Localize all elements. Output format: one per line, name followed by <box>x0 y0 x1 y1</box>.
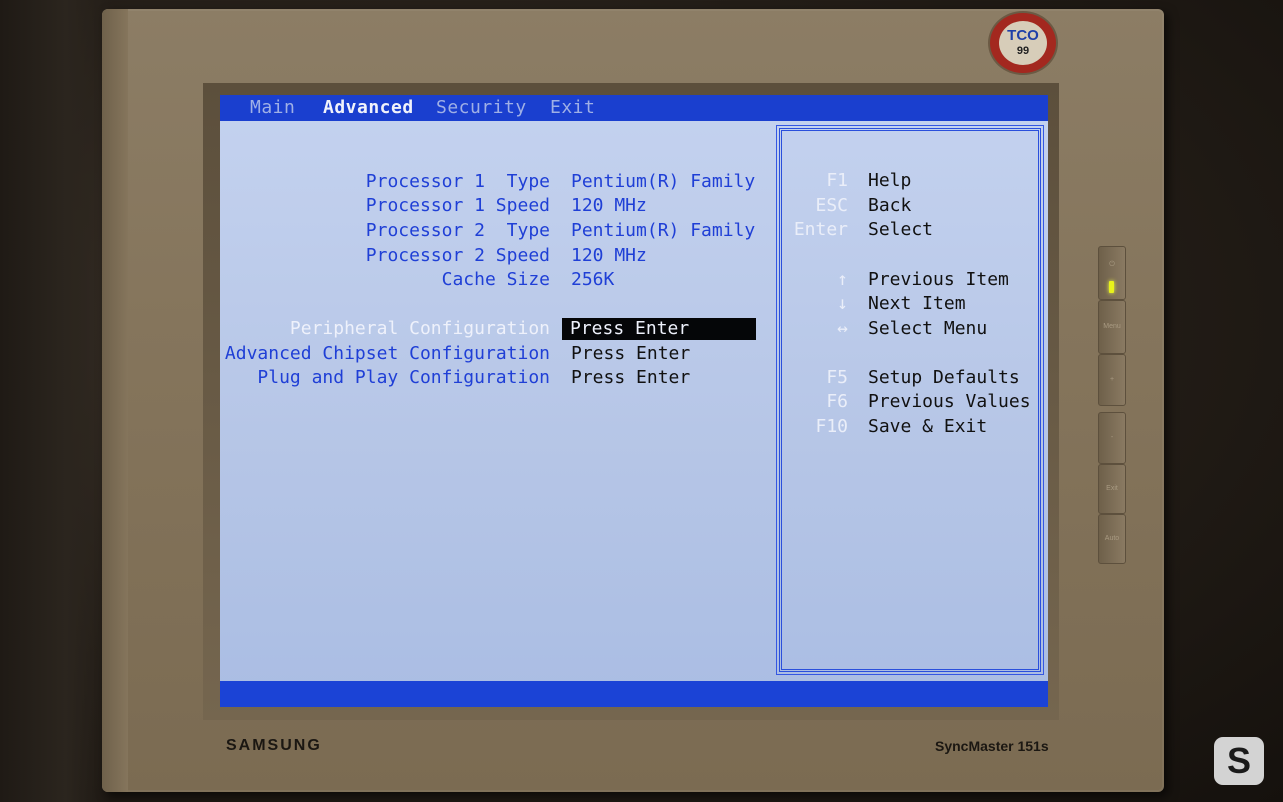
help-key: F6 <box>826 391 848 412</box>
menu-tab-exit[interactable]: Exit <box>550 97 595 118</box>
submenu-pnp-label[interactable]: Plug and Play Configuration <box>220 367 550 389</box>
power-button[interactable]: ⏻ <box>1098 246 1126 300</box>
help-desc: Help <box>868 170 912 191</box>
help-desc: Select <box>868 219 934 240</box>
submenu-peripheral-label[interactable]: Peripheral Configuration <box>220 318 550 340</box>
bios-statusbar <box>220 681 1048 707</box>
info-value: Pentium(R) Family <box>571 171 756 192</box>
menu-button[interactable]: Menu <box>1098 300 1126 354</box>
info-value: 120 MHz <box>571 245 647 266</box>
bios-screen: Main Advanced Security Exit Processor 1 … <box>220 95 1048 707</box>
auto-button[interactable]: Auto <box>1098 514 1126 564</box>
info-label: Processor 2 Speed <box>365 245 550 266</box>
info-value: Pentium(R) Family <box>571 220 756 241</box>
power-icon: ⏻ <box>1109 261 1115 268</box>
submenu-peripheral-value[interactable]: Press Enter <box>562 318 756 340</box>
exit-button[interactable]: Exit <box>1098 464 1126 514</box>
help-key: Enter <box>793 219 848 240</box>
help-desc: Previous Values <box>868 391 1031 412</box>
help-desc: Setup Defaults <box>868 367 1020 388</box>
up-arrow-icon: ↑ <box>837 269 848 290</box>
help-desc: Next Item <box>868 293 966 314</box>
model-name: SyncMaster 151s <box>935 738 1049 754</box>
info-label: Processor 1 Type <box>365 171 550 192</box>
info-label: Processor 2 Type <box>365 220 550 241</box>
info-value: 120 MHz <box>571 195 647 216</box>
minus-button[interactable]: - <box>1098 412 1126 464</box>
brand-logo: SAMSUNG <box>226 737 322 754</box>
info-value: 256K <box>571 269 615 290</box>
bios-menubar: Main Advanced Security Exit <box>220 95 1048 121</box>
help-key: F1 <box>826 170 848 191</box>
monitor-button-strip: ⏻ Menu + - Exit Auto <box>1098 246 1126 564</box>
tco99-badge: TCO 99 <box>990 13 1056 73</box>
info-label: Cache Size <box>441 269 550 290</box>
submenu-chipset-label[interactable]: Advanced Chipset Configuration <box>220 343 550 365</box>
down-arrow-icon: ↓ <box>837 293 848 314</box>
badge-99-text: 99 <box>1016 45 1030 57</box>
help-desc: Previous Item <box>868 269 1009 290</box>
menu-tab-security[interactable]: Security <box>436 97 527 118</box>
bezel-edge <box>102 9 128 792</box>
help-desc: Select Menu <box>868 318 988 339</box>
help-key: F5 <box>826 367 848 388</box>
menu-tab-main[interactable]: Main <box>250 97 295 118</box>
plus-button[interactable]: + <box>1098 354 1126 406</box>
submenu-pnp-value[interactable]: Press Enter <box>571 367 690 389</box>
help-key: F10 <box>815 416 848 437</box>
power-led <box>1109 281 1114 293</box>
watermark-s-icon: S <box>1214 737 1264 785</box>
help-desc: Back <box>868 195 912 216</box>
help-desc: Save & Exit <box>868 416 988 437</box>
menu-tab-advanced[interactable]: Advanced <box>323 97 414 118</box>
info-label: Processor 1 Speed <box>365 195 550 216</box>
help-key: ESC <box>815 195 848 216</box>
badge-tco-text: TCO <box>1007 27 1039 44</box>
background-wall <box>0 0 110 802</box>
submenu-chipset-value[interactable]: Press Enter <box>571 343 690 365</box>
left-right-arrow-icon: ↔ <box>837 318 848 339</box>
